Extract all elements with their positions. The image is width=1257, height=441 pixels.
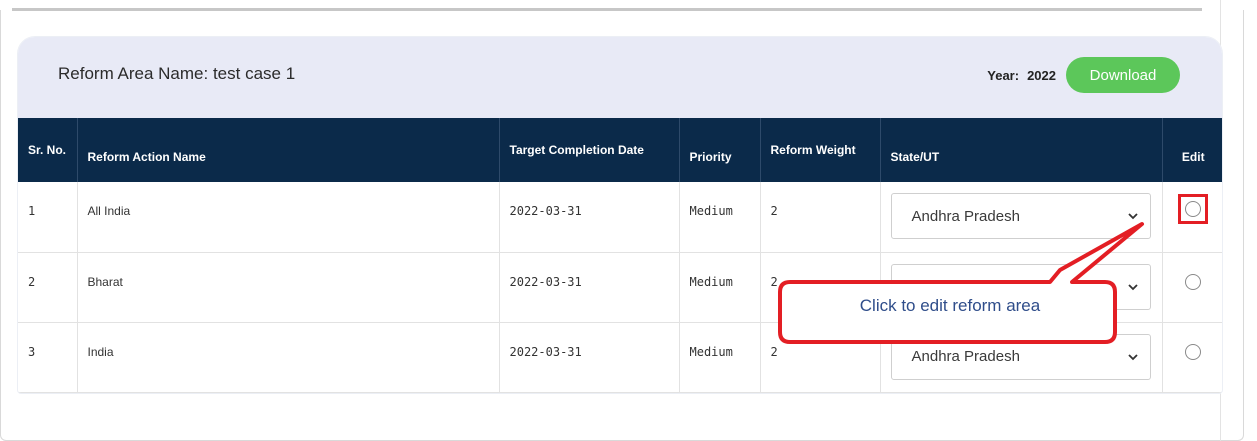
header-sr-no: Sr. No. xyxy=(18,118,78,182)
chevron-down-icon xyxy=(1127,283,1138,290)
cell-target-date: 2022-03-31 xyxy=(499,322,680,393)
cell-edit xyxy=(1162,252,1222,323)
table-row: 1 All India 2022-03-31 Medium 2 Andhra P… xyxy=(18,182,1222,253)
reform-actions-table: Sr. No. Reform Action Name Target Comple… xyxy=(18,118,1222,393)
cell-reform-action-name: All India xyxy=(77,182,500,253)
cell-priority: Medium xyxy=(679,182,761,253)
header-state-ut: State/UT xyxy=(880,118,1163,182)
reform-area-title: Reform Area Name: test case 1 xyxy=(58,64,296,83)
state-select[interactable]: Andhra Pradesh xyxy=(890,333,1151,380)
edit-highlight-box xyxy=(1178,194,1209,224)
cell-sr-no: 1 xyxy=(18,182,78,253)
chevron-down-icon xyxy=(1127,353,1138,360)
cell-reform-action-name: India xyxy=(77,322,500,393)
top-scroll-bar xyxy=(12,8,1202,11)
state-select-value: Andhra Pradesh xyxy=(911,207,1020,225)
cell-priority: Medium xyxy=(679,322,761,393)
table-header-row: Sr. No. Reform Action Name Target Comple… xyxy=(18,118,1222,182)
cell-reform-weight: 2 xyxy=(760,322,881,393)
card-header: Reform Area Name: test case 1 Year: 2022… xyxy=(18,37,1222,118)
state-select-value: Andhra Pradesh xyxy=(911,278,1020,295)
state-select-value: Andhra Pradesh xyxy=(911,348,1020,365)
cell-state-ut: Andhra Pradesh xyxy=(880,322,1163,393)
chevron-down-icon xyxy=(1127,213,1138,220)
reform-area-card: Reform Area Name: test case 1 Year: 2022… xyxy=(17,36,1223,394)
header-target-completion-date: Target Completion Date xyxy=(499,118,680,182)
cell-state-ut: Andhra Pradesh xyxy=(880,182,1163,253)
year-value: 2022 xyxy=(1027,67,1056,83)
cell-target-date: 2022-03-31 xyxy=(499,182,680,253)
state-select[interactable]: Andhra Pradesh xyxy=(890,193,1151,239)
callout-text: Click to edit reform area xyxy=(859,296,1041,315)
download-button[interactable]: Download xyxy=(1066,57,1180,93)
header-reform-weight: Reform Weight xyxy=(760,118,881,182)
table-row: 3 India 2022-03-31 Medium 2 Andhra Prade… xyxy=(18,322,1222,393)
cell-sr-no: 2 xyxy=(18,252,78,323)
cell-sr-no: 3 xyxy=(18,322,78,393)
year-label: Year: xyxy=(987,67,1020,83)
header-edit: Edit xyxy=(1162,118,1222,182)
header-priority: Priority xyxy=(679,118,761,182)
header-reform-action-name: Reform Action Name xyxy=(77,118,500,182)
year-block: Year: 2022 Download xyxy=(987,57,1180,93)
edit-radio-icon[interactable] xyxy=(1185,273,1202,290)
cell-reform-weight: 2 xyxy=(760,182,881,253)
cell-target-date: 2022-03-31 xyxy=(499,252,680,323)
cell-priority: Medium xyxy=(679,252,761,323)
edit-radio-icon[interactable] xyxy=(1185,343,1202,360)
cell-edit xyxy=(1162,322,1222,393)
cell-edit xyxy=(1162,182,1222,253)
edit-radio-icon[interactable] xyxy=(1185,201,1202,217)
cell-reform-action-name: Bharat xyxy=(77,252,500,323)
